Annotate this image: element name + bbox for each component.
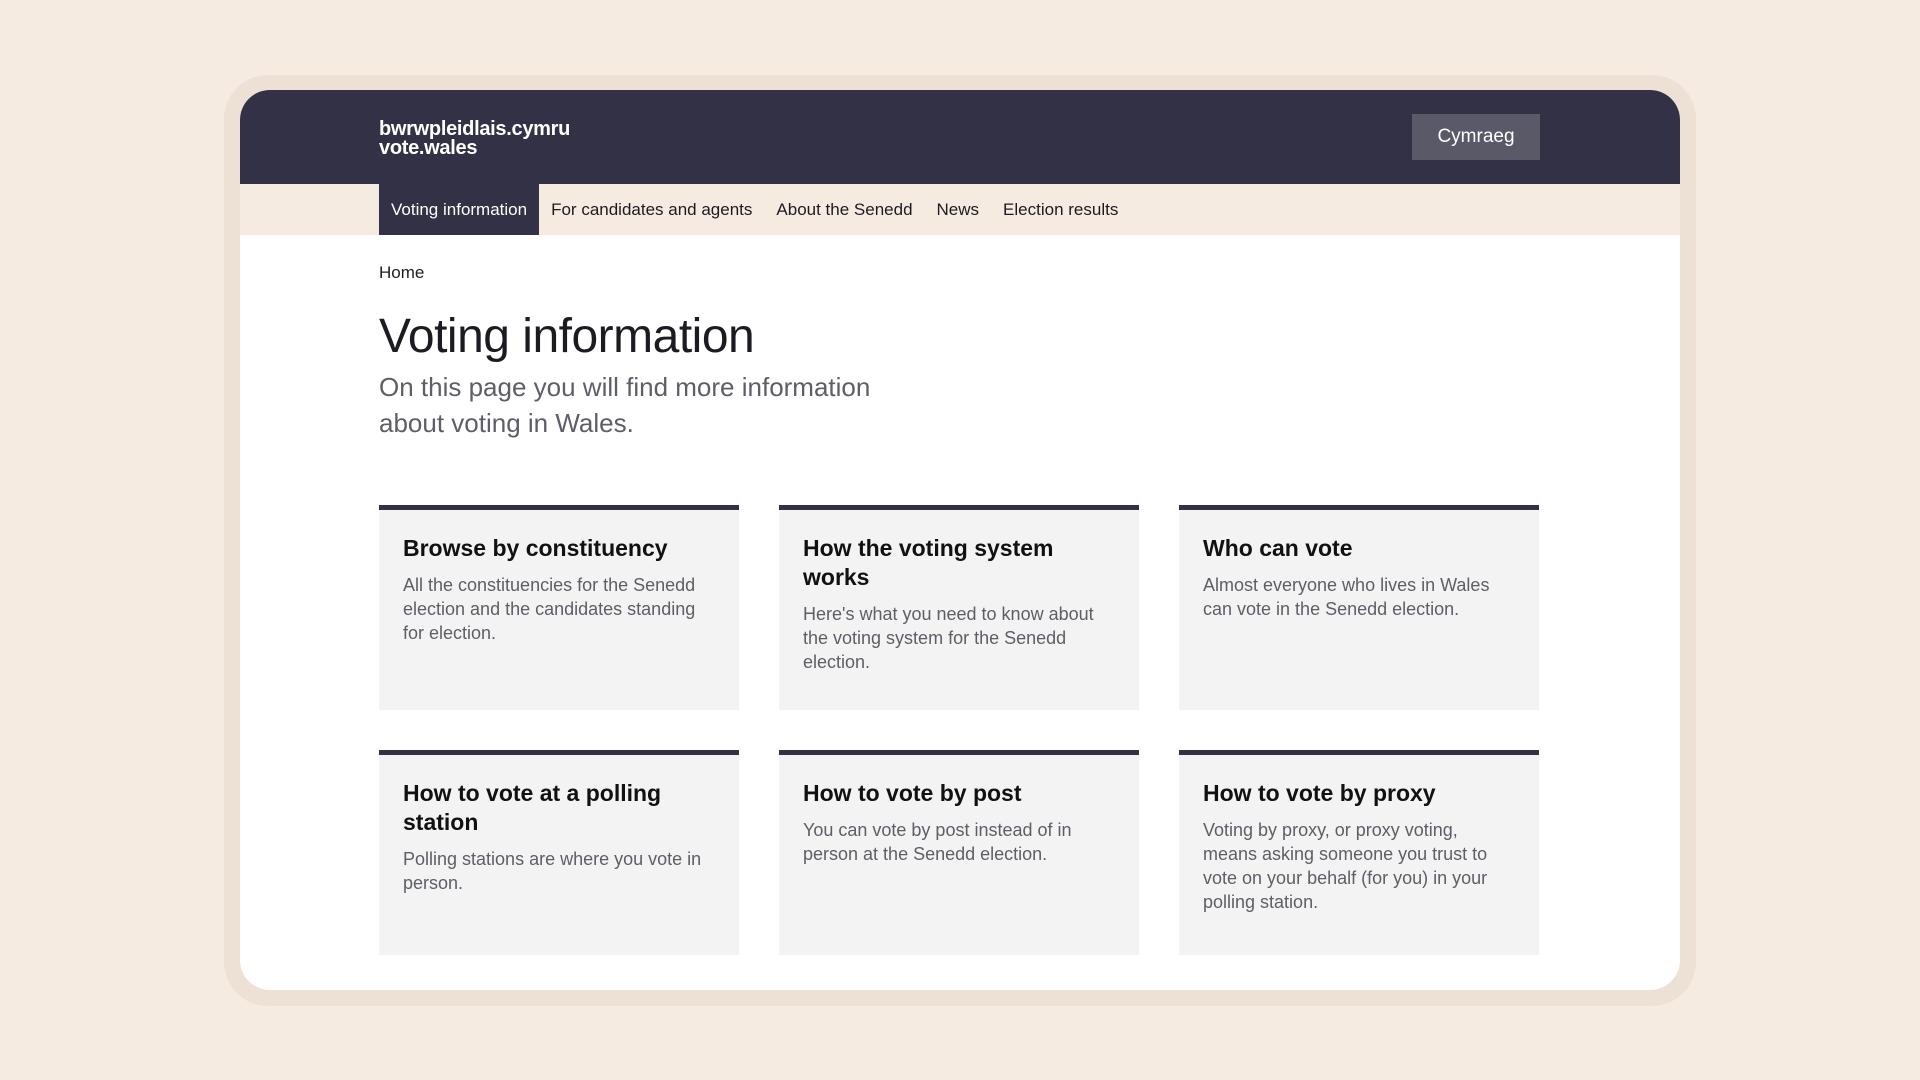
main-navigation: Voting information For candidates and ag… (240, 184, 1680, 235)
card-description: Here's what you need to know about the v… (803, 604, 1094, 672)
card-title: How to vote at a polling station (403, 780, 662, 835)
page-title: Voting information (379, 310, 755, 363)
card-vote-at-polling-station[interactable]: How to vote at a polling station Polling… (379, 750, 739, 955)
card-vote-by-proxy[interactable]: How to vote by proxy Voting by proxy, or… (1179, 750, 1539, 955)
page-lead: On this page you will find more informat… (379, 372, 871, 438)
card-vote-by-post[interactable]: How to vote by post You can vote by post… (779, 750, 1139, 955)
card-title: Browse by constituency (403, 535, 668, 561)
nav-item-election-results[interactable]: Election results (991, 184, 1130, 235)
card-title: How to vote by proxy (1203, 780, 1436, 806)
card-description: Voting by proxy, or proxy voting, means … (1203, 820, 1488, 912)
card-title: Who can vote (1203, 535, 1353, 561)
nav-item-candidates-and-agents[interactable]: For candidates and agents (539, 184, 764, 235)
card-description: All the constituencies for the Senedd el… (403, 575, 696, 643)
card-title: How the voting system works (803, 535, 1054, 590)
site-header: bwrwpleidlais.cymru vote.wales Cymraeg (240, 90, 1680, 184)
logo-english-domain: vote.wales (379, 137, 478, 159)
card-description: Polling stations are where you vote in p… (403, 849, 702, 893)
card-grid: Browse by constituency All the constitue… (379, 505, 1540, 955)
language-toggle-button[interactable]: Cymraeg (1412, 114, 1540, 160)
main-content: Home Voting information On this page you… (240, 235, 1680, 955)
nav-item-news[interactable]: News (925, 184, 992, 235)
card-description: Almost everyone who lives in Wales can v… (1203, 575, 1490, 619)
breadcrumb-home-link[interactable]: Home (379, 263, 424, 283)
nav-item-about-the-senedd[interactable]: About the Senedd (764, 184, 924, 235)
card-title: How to vote by post (803, 780, 1022, 806)
card-who-can-vote[interactable]: Who can vote Almost everyone who lives i… (1179, 505, 1539, 710)
browser-screen: bwrwpleidlais.cymru vote.wales Cymraeg V… (240, 90, 1680, 990)
card-description: You can vote by post instead of in perso… (803, 820, 1072, 864)
card-browse-by-constituency[interactable]: Browse by constituency All the constitue… (379, 505, 739, 710)
nav-item-voting-information[interactable]: Voting information (379, 184, 540, 235)
site-logo[interactable]: bwrwpleidlais.cymru vote.wales (379, 119, 570, 159)
card-how-voting-system-works[interactable]: How the voting system works Here's what … (779, 505, 1139, 710)
